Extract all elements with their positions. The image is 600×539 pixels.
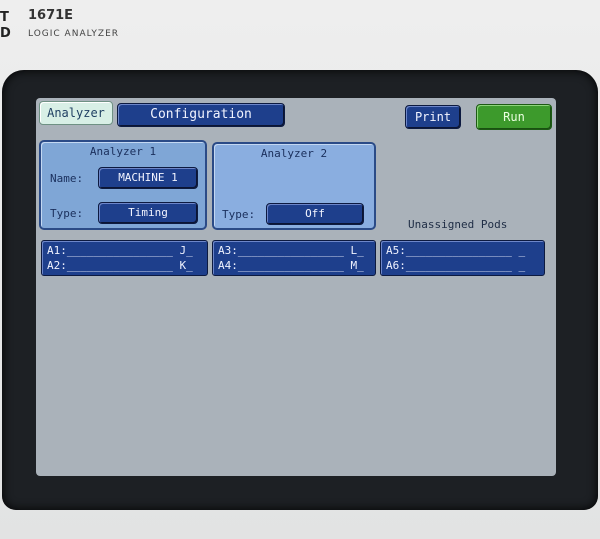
analyzer-2-title: Analyzer 2 bbox=[260, 147, 328, 160]
unassigned-pods-label: Unassigned Pods bbox=[408, 218, 508, 231]
brand-logo: T D bbox=[0, 10, 11, 41]
print-button[interactable]: Print bbox=[405, 105, 461, 129]
pod-a2[interactable]: A2:________________ K_ bbox=[47, 258, 203, 273]
analyzer-2-panel: Analyzer 2 Type: Off bbox=[212, 142, 376, 230]
model-number: 1671E bbox=[28, 8, 74, 23]
analyzer-screen: Analyzer Configuration Print Run Analyze… bbox=[36, 98, 556, 476]
analyzer-2-pods[interactable]: A3:________________ L_ A4:______________… bbox=[212, 240, 376, 276]
analyzer-2-type-label: Type: bbox=[222, 208, 256, 221]
analyzer-1-pods[interactable]: A1:________________ J_ A2:______________… bbox=[41, 240, 208, 276]
pod-a1[interactable]: A1:________________ J_ bbox=[47, 243, 203, 258]
analyzer-1-name-field[interactable]: MACHINE 1 bbox=[98, 167, 198, 189]
name-label: Name: bbox=[50, 172, 84, 185]
tab-analyzer[interactable]: Analyzer bbox=[39, 101, 113, 125]
pod-a5[interactable]: A5:________________ _ bbox=[386, 243, 540, 258]
unassigned-pods[interactable]: A5:________________ _ A6:_______________… bbox=[380, 240, 545, 276]
instrument-housing: T D 1671E LOGIC ANALYZER Analyzer Config… bbox=[0, 0, 600, 539]
pod-a4[interactable]: A4:________________ M_ bbox=[218, 258, 371, 273]
analyzer-1-panel: Analyzer 1 Name: MACHINE 1 Type: Timing bbox=[39, 140, 207, 230]
tab-configuration[interactable]: Configuration bbox=[117, 103, 285, 127]
analyzer-2-type-field[interactable]: Off bbox=[266, 203, 364, 225]
analyzer-1-type-field[interactable]: Timing bbox=[98, 202, 198, 224]
instrument-subtitle: LOGIC ANALYZER bbox=[28, 29, 120, 39]
pod-a3[interactable]: A3:________________ L_ bbox=[218, 243, 371, 258]
analyzer-1-type-label: Type: bbox=[50, 207, 84, 220]
analyzer-1-title: Analyzer 1 bbox=[89, 145, 157, 158]
pod-a6[interactable]: A6:________________ _ bbox=[386, 258, 540, 273]
run-button[interactable]: Run bbox=[476, 104, 552, 130]
